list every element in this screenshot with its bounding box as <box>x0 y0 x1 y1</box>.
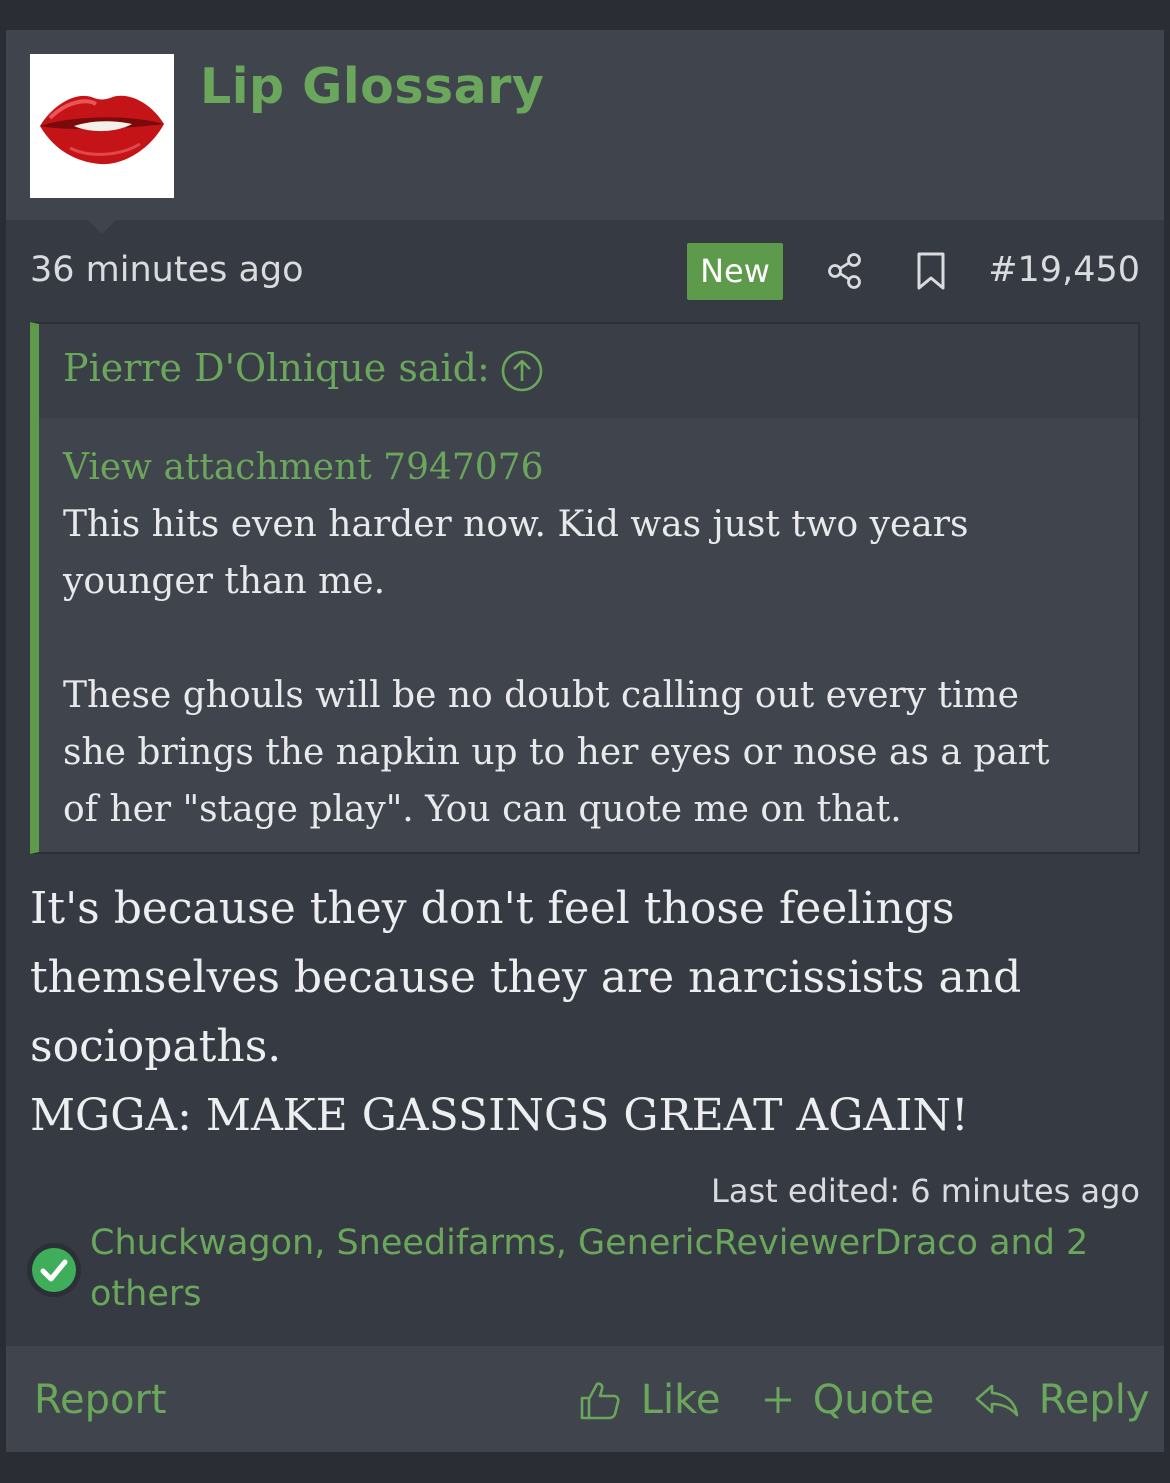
quote-line: of her "stage play". You can quote me on… <box>63 789 902 830</box>
reaction-users-line[interactable]: others <box>90 1269 1130 1320</box>
plus-icon <box>765 1387 791 1413</box>
post-footer: Report Like Quote Reply <box>6 1346 1164 1452</box>
arrow-up-circle-icon[interactable] <box>500 349 544 393</box>
report-label: Report <box>34 1377 167 1423</box>
reply-arrow-icon <box>975 1384 1019 1417</box>
reaction-users-line[interactable]: Chuckwagon, Sneedifarms, GenericReviewer… <box>90 1218 1130 1269</box>
thumbs-up-icon <box>580 1382 620 1420</box>
quote-line: she brings the napkin up to her eyes or … <box>63 732 1050 773</box>
message-line: themselves because they are narcissists … <box>30 952 1022 1003</box>
post-timestamp[interactable]: 36 minutes ago <box>30 250 304 290</box>
user-avatar[interactable] <box>30 54 174 198</box>
quote-line: younger than me. <box>63 561 386 602</box>
reactions-bar: Chuckwagon, Sneedifarms, GenericReviewer… <box>26 1218 1146 1318</box>
like-label: Like <box>640 1377 721 1423</box>
quote-author[interactable]: Pierre D'Olnique said: <box>63 346 490 390</box>
quote-header[interactable]: Pierre D'Olnique said: <box>39 324 1138 418</box>
new-badge: New <box>687 243 783 300</box>
lips-avatar-icon <box>40 95 164 165</box>
reply-button[interactable]: Reply <box>974 1370 1150 1426</box>
message-line: MGGA: MAKE GASSINGS GREAT AGAIN! <box>30 1090 969 1141</box>
message-line: It's because they don't feel those feeli… <box>30 883 955 934</box>
bookmark-icon[interactable] <box>914 251 948 291</box>
quote-label: Quote <box>812 1377 935 1423</box>
checkmark-reaction-icon <box>27 1243 81 1297</box>
quote-body: View attachment 7947076 This hits even h… <box>63 439 1123 838</box>
page: Lip Glossary 36 minutes ago New #19,450 … <box>0 0 1170 1483</box>
post-message: It's because they don't feel those feeli… <box>30 874 1140 1150</box>
last-edited: Last edited: 6 minutes ago <box>711 1172 1140 1210</box>
post-number[interactable]: #19,450 <box>988 250 1140 290</box>
attachment-link[interactable]: View attachment 7947076 <box>63 439 1123 496</box>
quote-line: These ghouls will be no doubt calling ou… <box>63 675 1019 716</box>
header-notch <box>88 220 116 234</box>
report-button[interactable]: Report <box>34 1370 167 1426</box>
forum-post: Lip Glossary 36 minutes ago New #19,450 … <box>6 30 1164 1452</box>
reply-label: Reply <box>1038 1377 1150 1423</box>
like-button[interactable]: Like <box>578 1370 720 1426</box>
message-line: sociopaths. <box>30 1021 282 1072</box>
quote-button[interactable]: Quote <box>762 1370 934 1426</box>
username[interactable]: Lip Glossary <box>200 58 544 115</box>
quote-block: Pierre D'Olnique said: View attachment 7… <box>30 322 1140 854</box>
quote-line: This hits even harder now. Kid was just … <box>63 504 969 545</box>
reaction-users-link[interactable]: Chuckwagon, Sneedifarms, GenericReviewer… <box>90 1218 1130 1320</box>
user-header: Lip Glossary <box>6 30 1164 220</box>
share-icon[interactable] <box>825 251 865 291</box>
post-meta-row: 36 minutes ago New #19,450 <box>30 242 1140 302</box>
